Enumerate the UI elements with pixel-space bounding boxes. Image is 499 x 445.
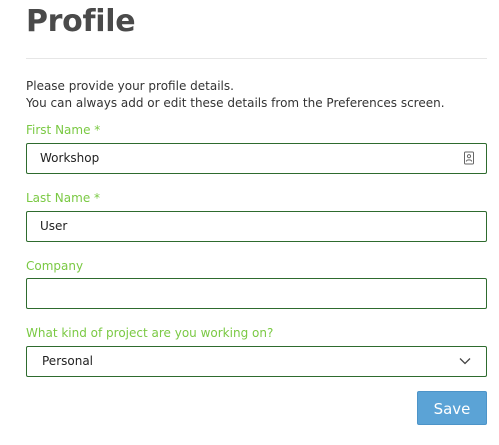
company-label: Company xyxy=(26,259,84,273)
contact-card-icon[interactable] xyxy=(462,151,476,165)
save-button[interactable]: Save xyxy=(417,391,487,425)
project-kind-label: What kind of project are you working on? xyxy=(26,326,274,340)
intro-line-1: Please provide your profile details. xyxy=(26,79,234,93)
intro-line-2: You can always add or edit these details… xyxy=(26,96,445,110)
chevron-down-icon[interactable] xyxy=(458,356,472,366)
first-name-value: Workshop xyxy=(40,151,100,165)
last-name-field[interactable]: User xyxy=(26,211,487,242)
first-name-field[interactable]: Workshop xyxy=(26,143,487,174)
project-kind-selected-value: Personal xyxy=(42,354,94,368)
company-field[interactable] xyxy=(26,278,487,309)
last-name-value: User xyxy=(40,219,68,233)
last-name-label: Last Name * xyxy=(26,191,101,205)
intro-text: Please provide your profile details. You… xyxy=(26,78,445,112)
page-title: Profile xyxy=(26,4,136,39)
first-name-label: First Name * xyxy=(26,123,101,137)
project-kind-select[interactable]: Personal xyxy=(26,346,487,377)
title-divider xyxy=(26,58,487,59)
